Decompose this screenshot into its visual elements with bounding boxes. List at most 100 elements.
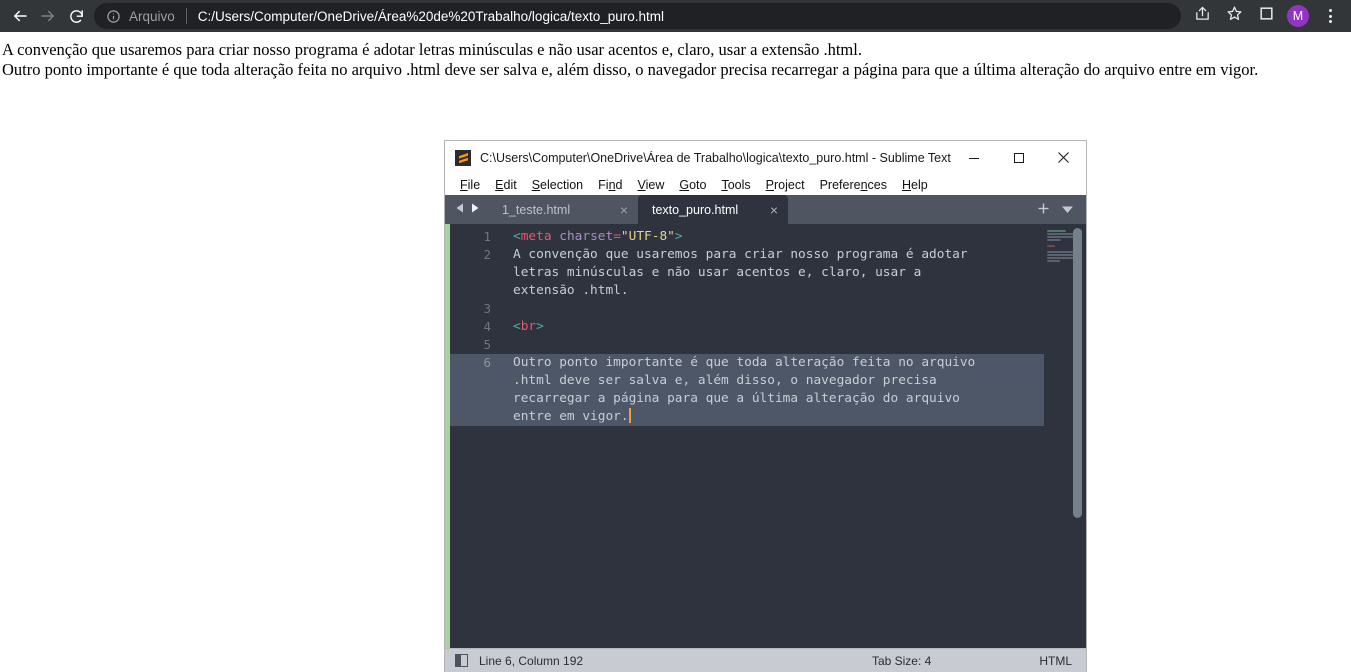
menu-item-tools[interactable]: Tools (714, 177, 757, 193)
page-paragraph-1: A convenção que usaremos para criar noss… (2, 40, 862, 59)
tag-open-bracket: < (513, 319, 521, 334)
url-text: C:/Users/Computer/OneDrive/Área%20de%20T… (197, 8, 665, 24)
maximize-button[interactable] (996, 141, 1041, 174)
code-line-1: <meta charset="UTF-8"> (503, 228, 1044, 246)
info-circle-icon[interactable] (106, 9, 121, 24)
tab-label: texto_puro.html (652, 202, 739, 217)
plus-icon[interactable] (1037, 202, 1050, 218)
line-number: 3 (483, 301, 491, 316)
minimap-line (1047, 230, 1066, 232)
line-number: 4 (483, 319, 491, 334)
code-line-2-row-3: extensão .html. (513, 283, 629, 298)
forward-button[interactable] (34, 2, 62, 30)
menu-item-selection[interactable]: Selection (525, 177, 590, 193)
menu-item-edit[interactable]: Edit (488, 177, 524, 193)
profile-button[interactable]: M (1283, 2, 1313, 30)
menu-item-goto[interactable]: Goto (672, 177, 713, 193)
code-line-6-row-4: entre em vigor. (503, 408, 1044, 426)
bookmark-button[interactable] (1219, 2, 1249, 30)
tab-next-arrow-icon[interactable] (469, 201, 480, 219)
minimap-line (1047, 236, 1076, 238)
browser-toolbar: Arquivo C:/Users/Computer/OneDrive/Área%… (0, 0, 1351, 32)
close-button[interactable] (1041, 141, 1086, 174)
gutter-wrap-spacer (450, 372, 503, 390)
menu-item-file[interactable]: FFileile (453, 177, 487, 193)
side-panel-button[interactable] (1251, 2, 1281, 30)
code-minimap[interactable] (1044, 224, 1086, 648)
tab-close-icon[interactable]: × (770, 203, 778, 217)
cursor-position-status: Line 6, Column 192 (479, 653, 584, 668)
attribute-value: "UTF-8" (620, 229, 675, 244)
menu-item-find[interactable]: Find (591, 177, 629, 193)
browser-action-buttons: M (1187, 2, 1345, 30)
back-arrow-icon (11, 7, 29, 25)
text-cursor (628, 408, 631, 423)
tag-name-meta: meta (520, 229, 552, 244)
editor-tab-1-teste[interactable]: 1_teste.html × (488, 195, 638, 224)
line-number: 5 (483, 337, 491, 352)
menu-item-help[interactable]: Help (895, 177, 935, 193)
gutter-wrap-spacer (450, 408, 503, 426)
tab-close-icon[interactable]: × (620, 203, 628, 217)
attribute-charset: charset (559, 229, 614, 244)
minimap-line (1047, 245, 1055, 247)
minimap-line (1047, 260, 1060, 262)
tag-open-bracket: < (513, 229, 521, 244)
tag-close-bracket: > (536, 319, 544, 334)
tab-prev-arrow-icon[interactable] (455, 201, 466, 219)
window-controls (951, 141, 1086, 174)
line-number: 1 (483, 229, 491, 244)
minimize-button[interactable] (951, 141, 996, 174)
page-paragraph-2: Outro ponto importante é que toda altera… (2, 60, 1259, 79)
menu-item-preferences[interactable]: Preferences (813, 177, 894, 193)
code-line-4: <br> (503, 318, 1044, 336)
code-line-6-row-2: .html deve ser salva e, além disso, o na… (503, 372, 1044, 390)
menu-item-project[interactable]: Project (759, 177, 812, 193)
tab-nav-arrows (445, 195, 488, 224)
tag-name-br: br (520, 319, 537, 334)
line-number-gutter: 1 2 3 4 5 6 (450, 224, 503, 648)
tag-close-bracket: > (674, 229, 683, 244)
chevron-down-icon[interactable] (1061, 202, 1074, 217)
tab-bar-right-controls (1025, 195, 1086, 224)
sublime-status-bar: Line 6, Column 192 Tab Size: 4 HTML (445, 648, 1086, 672)
tab-size-status[interactable]: Tab Size: 4 (872, 654, 931, 668)
forward-arrow-icon (39, 7, 57, 25)
minimap-line (1047, 239, 1061, 241)
three-dot-menu-icon (1328, 9, 1332, 23)
address-bar[interactable]: Arquivo C:/Users/Computer/OneDrive/Área%… (94, 3, 1181, 29)
sidebar-toggle-icon[interactable] (455, 654, 468, 667)
sublime-editor-area: 1 2 3 4 5 6 <meta charset="UTF-8"> A con… (445, 224, 1086, 648)
code-text: entre em vigor. (513, 409, 629, 424)
code-line-2-row-2: letras minúsculas e não usar acentos e, … (513, 265, 922, 280)
share-button[interactable] (1187, 2, 1217, 30)
sublime-text-logo-icon (455, 149, 471, 166)
page-body: A convenção que usaremos para criar noss… (0, 32, 1351, 80)
gutter-wrap-spacer (450, 264, 503, 282)
reload-icon (68, 8, 85, 25)
url-scheme-label: Arquivo (129, 8, 175, 24)
sublime-title-bar[interactable]: C:\Users\Computer\OneDrive\Área de Traba… (445, 141, 1086, 174)
code-line-6-row-1: Outro ponto importante é que toda altera… (503, 354, 1044, 372)
code-line-2-row-1: A convenção que usaremos para criar noss… (513, 247, 968, 262)
code-line-5-empty (503, 336, 1044, 354)
share-icon (1194, 5, 1211, 27)
back-button[interactable] (6, 2, 34, 30)
editor-scrollbar[interactable] (1073, 228, 1082, 518)
editor-tab-texto-puro[interactable]: texto_puro.html × (638, 195, 788, 224)
reload-button[interactable] (62, 2, 90, 30)
sublime-tab-bar: 1_teste.html × texto_puro.html × (445, 195, 1086, 224)
menu-item-view[interactable]: View (630, 177, 671, 193)
gutter-wrap-spacer (450, 390, 503, 408)
line-number-active: 6 (450, 354, 503, 372)
gutter-wrap-spacer (450, 282, 503, 300)
equals-sign: = (613, 229, 621, 244)
tab-label: 1_teste.html (502, 202, 571, 217)
star-icon (1226, 5, 1243, 27)
side-panel-icon (1259, 6, 1274, 26)
syntax-status[interactable]: HTML (1039, 654, 1072, 668)
chrome-menu-button[interactable] (1315, 2, 1345, 30)
window-title: C:\Users\Computer\OneDrive\Área de Traba… (480, 150, 951, 165)
code-line-3-empty (503, 300, 1044, 318)
code-text-area[interactable]: <meta charset="UTF-8"> A convenção que u… (503, 224, 1044, 648)
